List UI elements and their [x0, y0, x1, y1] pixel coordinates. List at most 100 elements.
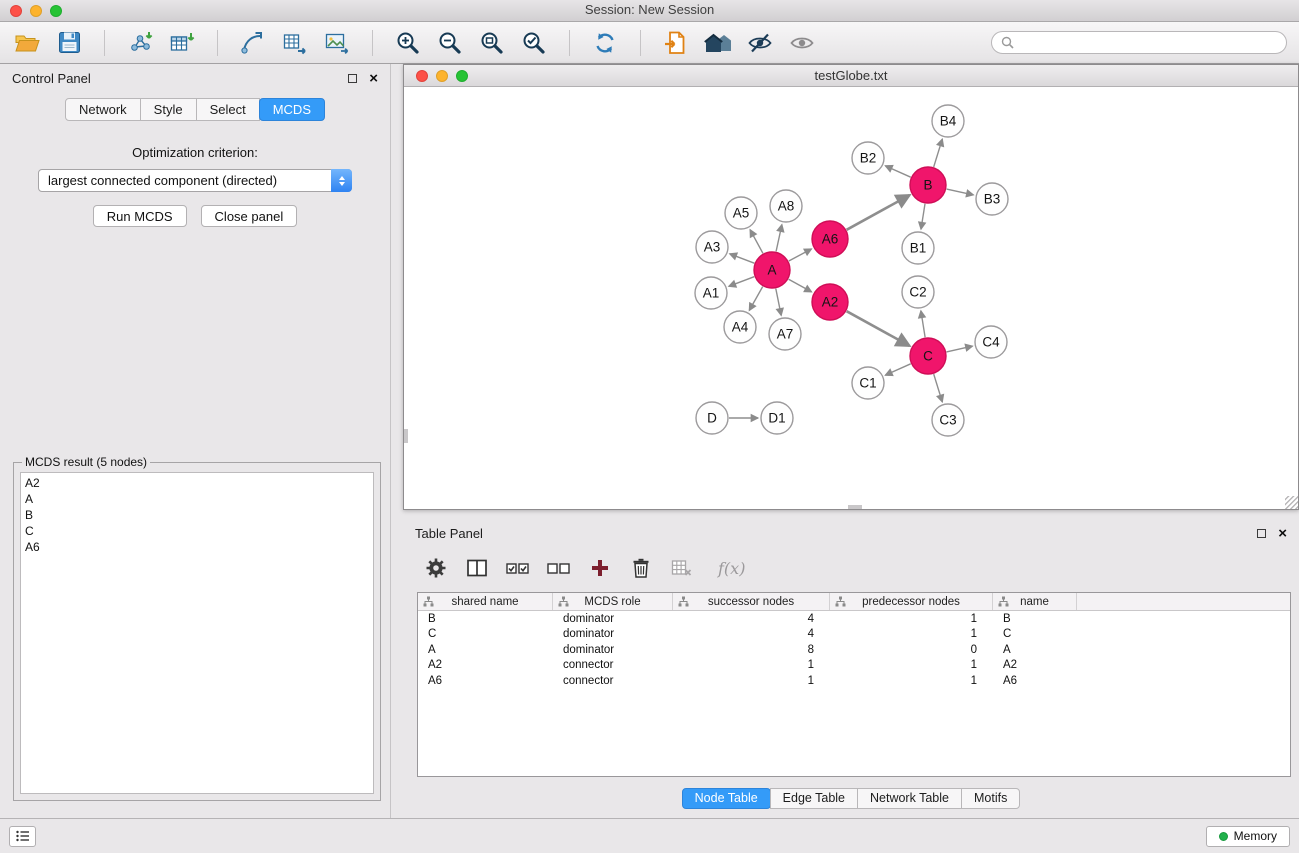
graph-node-B4[interactable]: B4: [932, 105, 964, 137]
graph-node-C1[interactable]: C1: [852, 367, 884, 399]
graph-node-A7[interactable]: A7: [769, 318, 801, 350]
open-file-icon[interactable]: [12, 28, 42, 58]
edge-A6-B[interactable]: [847, 195, 910, 230]
open-doc-icon[interactable]: [661, 28, 691, 58]
task-history-button[interactable]: [9, 826, 36, 847]
dropdown-stepper-icon[interactable]: [331, 169, 352, 192]
graph-node-A6[interactable]: A6: [812, 221, 848, 257]
tab-network[interactable]: Network: [65, 98, 141, 121]
edge-A-A8[interactable]: [776, 225, 782, 252]
edge-B-B2[interactable]: [885, 166, 910, 177]
tab-network-table[interactable]: Network Table: [857, 788, 962, 809]
column-header-name[interactable]: name: [993, 593, 1077, 610]
result-item[interactable]: A6: [25, 539, 369, 555]
graph-node-D[interactable]: D: [696, 402, 728, 434]
edge-A2-C[interactable]: [847, 311, 910, 346]
hide-details-icon[interactable]: [745, 28, 775, 58]
graph-node-D1[interactable]: D1: [761, 402, 793, 434]
refresh-icon[interactable]: [590, 28, 620, 58]
tab-edge-table[interactable]: Edge Table: [770, 788, 858, 809]
graph-node-A4[interactable]: A4: [724, 311, 756, 343]
graph-node-C3[interactable]: C3: [932, 404, 964, 436]
graph-node-C4[interactable]: C4: [975, 326, 1007, 358]
edge-A-A5[interactable]: [750, 230, 763, 254]
tab-mcds[interactable]: MCDS: [259, 98, 325, 121]
edge-C-C1[interactable]: [885, 364, 910, 375]
tab-motifs[interactable]: Motifs: [961, 788, 1020, 809]
zoom-in-icon[interactable]: [393, 28, 423, 58]
network-zoom-button[interactable]: [456, 70, 468, 82]
import-network-icon[interactable]: [125, 28, 155, 58]
save-session-icon[interactable]: [54, 28, 84, 58]
search-input[interactable]: [1020, 36, 1277, 50]
split-columns-icon[interactable]: [464, 555, 490, 581]
graph-node-B3[interactable]: B3: [976, 183, 1008, 215]
edge-A-A3[interactable]: [730, 254, 755, 263]
edge-C-C3[interactable]: [934, 374, 943, 402]
edge-B-B1[interactable]: [921, 204, 925, 229]
horizontal-scroll-stub[interactable]: [848, 505, 862, 509]
result-item[interactable]: A2: [25, 475, 369, 491]
add-row-icon[interactable]: [587, 555, 613, 581]
column-header-successor-nodes[interactable]: successor nodes: [673, 593, 830, 610]
criterion-select[interactable]: largest connected component (directed): [38, 169, 352, 192]
table-close-panel-icon[interactable]: ×: [1278, 529, 1287, 539]
vertical-scroll-stub[interactable]: [404, 429, 408, 443]
table-row[interactable]: Adominator80A: [418, 642, 1290, 658]
graph-node-B2[interactable]: B2: [852, 142, 884, 174]
zoom-fit-icon[interactable]: [477, 28, 507, 58]
graph-node-C[interactable]: C: [910, 338, 946, 374]
function-icon[interactable]: f(x): [718, 555, 745, 581]
import-table-icon[interactable]: [167, 28, 197, 58]
deselect-all-icon[interactable]: [546, 555, 572, 581]
edge-A-A6[interactable]: [789, 249, 812, 261]
network-close-button[interactable]: [416, 70, 428, 82]
network-minimize-button[interactable]: [436, 70, 448, 82]
float-panel-icon[interactable]: [348, 74, 357, 83]
home-icon[interactable]: [703, 28, 733, 58]
graph-node-B1[interactable]: B1: [902, 232, 934, 264]
tab-style[interactable]: Style: [140, 98, 197, 121]
export-image-icon[interactable]: [322, 28, 352, 58]
minimize-window-button[interactable]: [30, 5, 42, 17]
edge-A-A4[interactable]: [749, 287, 762, 311]
run-mcds-button[interactable]: Run MCDS: [93, 205, 187, 227]
select-all-icon[interactable]: [505, 555, 531, 581]
column-header-mcds-role[interactable]: MCDS role: [553, 593, 673, 610]
settings-icon[interactable]: [423, 555, 449, 581]
close-window-button[interactable]: [10, 5, 22, 17]
export-table-icon[interactable]: [280, 28, 310, 58]
zoom-out-icon[interactable]: [435, 28, 465, 58]
graph-node-A[interactable]: A: [754, 252, 790, 288]
result-item[interactable]: B: [25, 507, 369, 523]
column-header-predecessor-nodes[interactable]: predecessor nodes: [830, 593, 993, 610]
result-item[interactable]: A: [25, 491, 369, 507]
resize-grip[interactable]: [1285, 496, 1298, 509]
graph-node-A2[interactable]: A2: [812, 284, 848, 320]
edge-B-B3[interactable]: [947, 189, 974, 195]
table-row[interactable]: A2connector11A2: [418, 658, 1290, 674]
tab-node-table[interactable]: Node Table: [682, 788, 771, 809]
edge-A-A1[interactable]: [729, 277, 754, 287]
delete-column-icon[interactable]: [669, 555, 695, 581]
result-item[interactable]: C: [25, 523, 369, 539]
graph-node-A3[interactable]: A3: [696, 231, 728, 263]
close-panel-icon[interactable]: ×: [369, 74, 378, 84]
edge-A-A2[interactable]: [789, 279, 812, 292]
edge-C-C4[interactable]: [947, 346, 973, 352]
table-row[interactable]: Cdominator41C: [418, 627, 1290, 643]
graph-node-A5[interactable]: A5: [725, 197, 757, 229]
export-network-icon[interactable]: [238, 28, 268, 58]
table-row[interactable]: Bdominator41B: [418, 611, 1290, 627]
table-float-panel-icon[interactable]: [1257, 529, 1266, 538]
edge-C-C2[interactable]: [921, 311, 925, 337]
mcds-result-list[interactable]: A2ABCA6: [20, 472, 374, 794]
graph-node-A1[interactable]: A1: [695, 277, 727, 309]
close-panel-button[interactable]: Close panel: [201, 205, 298, 227]
show-details-icon[interactable]: [787, 28, 817, 58]
edge-A-A7[interactable]: [776, 289, 781, 316]
memory-button[interactable]: Memory: [1206, 826, 1290, 847]
table-row[interactable]: A6connector11A6: [418, 673, 1290, 689]
graph-node-B[interactable]: B: [910, 167, 946, 203]
edge-B-B4[interactable]: [934, 139, 943, 167]
